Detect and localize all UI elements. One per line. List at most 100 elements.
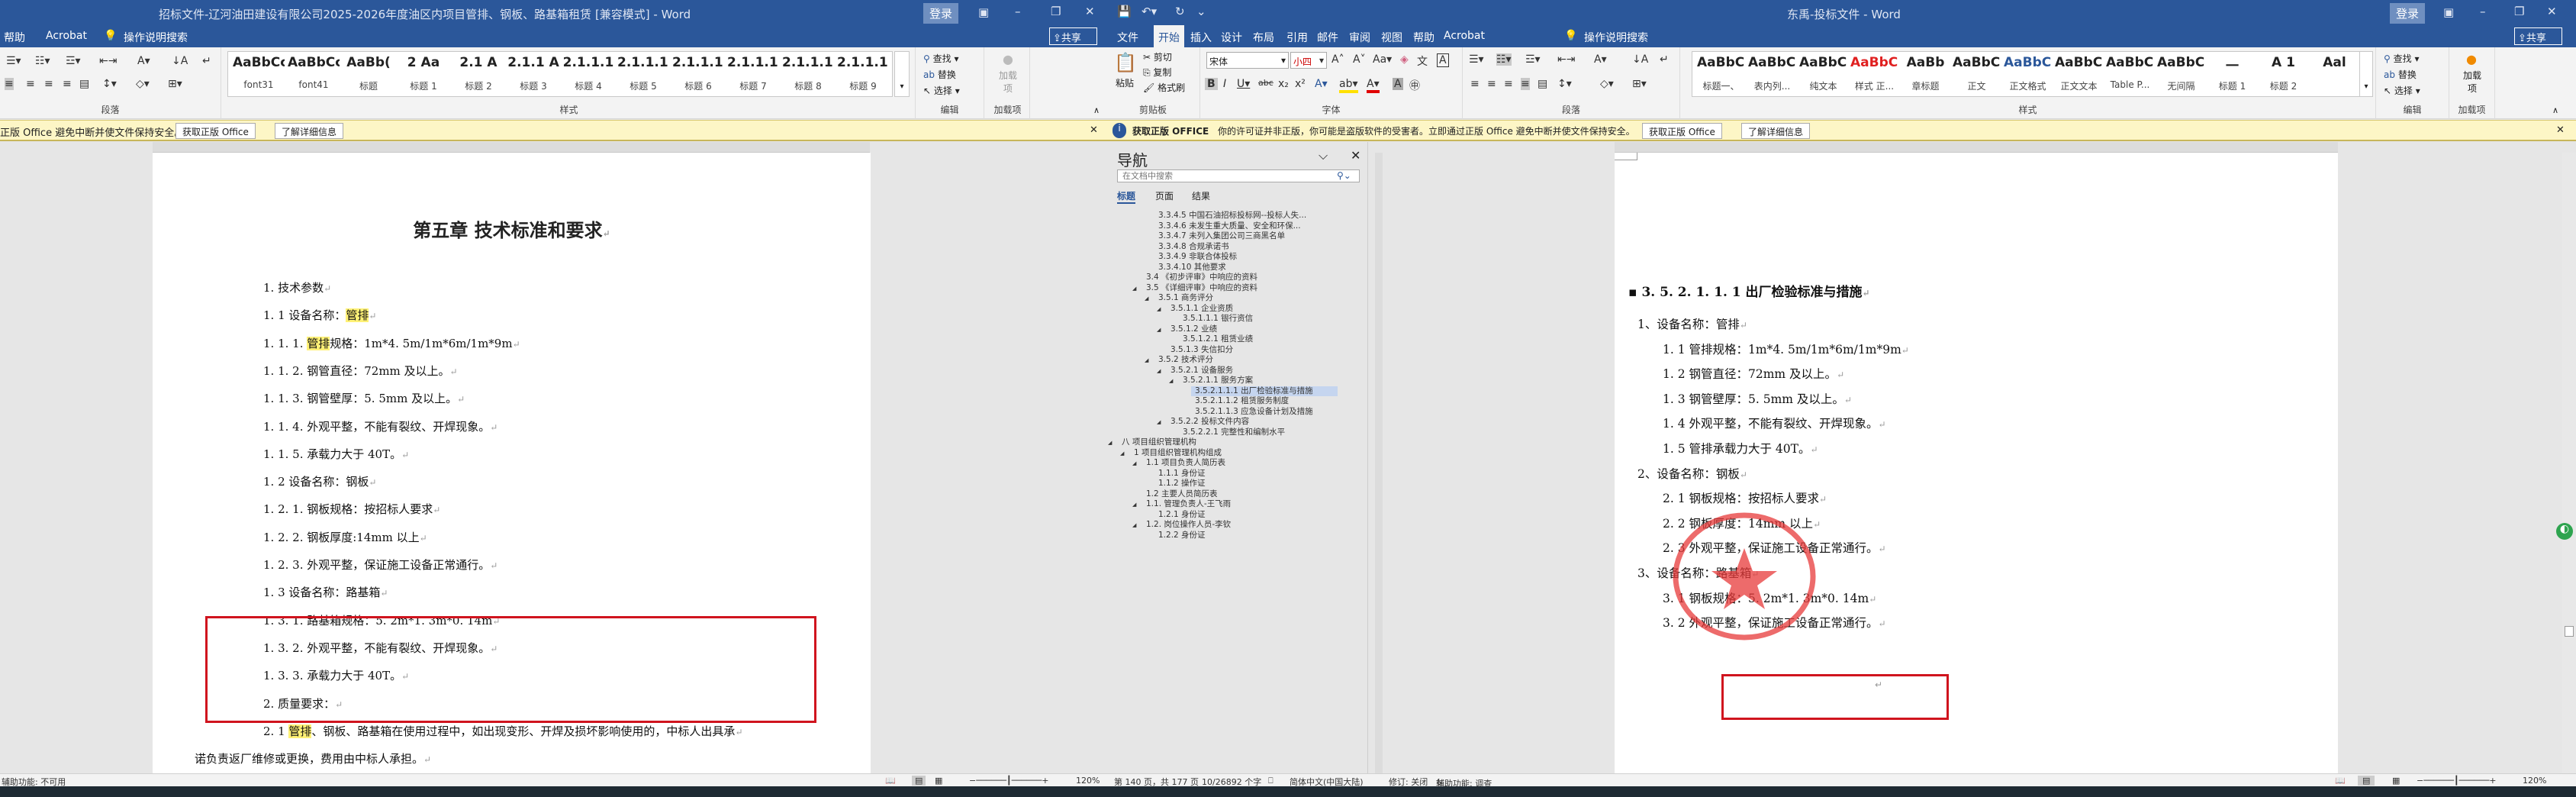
style-item[interactable]: Aal <box>2310 55 2359 79</box>
share-button[interactable]: ⇪共享 <box>2514 27 2562 45</box>
superscript-button[interactable]: x² <box>1295 78 1306 90</box>
nav-heading-item[interactable]: 3.5.1.2.1 租赁业绩 <box>1183 334 1253 344</box>
nav-search-input[interactable] <box>1117 169 1360 182</box>
nav-heading-item[interactable]: 3.3.4.5 中国石油招标投标网--投标人失... <box>1158 211 1306 221</box>
tab-4[interactable]: 布局 <box>1253 30 1274 45</box>
proofing-icon[interactable]: ⎕ <box>1268 776 1274 786</box>
multilevel-list-icon[interactable]: ☲▾ <box>1525 53 1541 66</box>
nav-heading-item[interactable]: 八 项目组织管理机构 <box>1122 437 1196 447</box>
style-item[interactable]: 2.1.1.1.1. 标题 7 <box>727 55 779 92</box>
clear-format-icon[interactable]: ◈ <box>1400 53 1409 66</box>
borders-icon[interactable]: ⊞▾ <box>168 78 182 90</box>
bullets-icon[interactable]: ☰▾ <box>1469 53 1484 66</box>
justify-icon[interactable]: ≡ <box>63 78 72 90</box>
numbering-icon[interactable]: ☷▾ <box>35 55 50 67</box>
accessibility-status[interactable]: 辅助功能: 不可用 <box>2 776 66 786</box>
multilevel-list-icon[interactable]: ☲▾ <box>66 55 81 67</box>
distributed-icon[interactable]: ▤ <box>1538 78 1547 90</box>
style-item[interactable]: 2.1.1 A 标题 3 <box>507 55 559 92</box>
tab-0[interactable]: 文件 <box>1117 30 1138 45</box>
align-right-icon[interactable]: ≡ <box>44 78 53 90</box>
tab-5[interactable]: 引用 <box>1286 30 1308 45</box>
horizontal-ruler[interactable] <box>153 142 870 153</box>
nav-heading-item[interactable]: 3.5.1 商务评分 <box>1158 293 1213 303</box>
nav-heading-item[interactable]: 3.5.2.1.1.2 租赁服务制度 <box>1195 396 1289 406</box>
web-layout-icon[interactable]: ▦ <box>2392 776 2400 786</box>
font-color-icon[interactable]: A▾ <box>1367 78 1380 93</box>
style-item[interactable]: 2.1.1.1.1 标题 8 <box>782 55 834 92</box>
show-marks-icon[interactable]: ↵ <box>1660 53 1669 66</box>
align-right-icon[interactable]: ≡ <box>1504 78 1513 90</box>
style-item[interactable]: 2.1.1.1.1 标题 6 <box>672 55 724 92</box>
expand-triangle-icon[interactable]: ◢ <box>1157 368 1161 374</box>
nav-heading-item[interactable]: 1.2. 岗位操作人员-李钦 <box>1146 520 1231 530</box>
expand-triangle-icon[interactable]: ◢ <box>1132 502 1136 508</box>
expand-triangle-icon[interactable]: ◢ <box>1120 450 1124 457</box>
numbering-icon[interactable]: ☷▾ <box>1496 53 1512 66</box>
learn-more-button[interactable]: 了解详细信息 <box>275 123 344 139</box>
expand-triangle-icon[interactable]: ◢ <box>1145 295 1148 302</box>
styles-more-button[interactable]: ▾ <box>2359 51 2373 97</box>
style-item[interactable]: AaBb 章标题 <box>1901 55 1950 92</box>
style-item[interactable]: AaBbCcDd 纯文本 <box>1799 55 1847 92</box>
vertical-scrollbar[interactable] <box>2562 153 2576 773</box>
borders-icon[interactable]: ⊞▾ <box>1632 78 1647 90</box>
subscript-button[interactable]: x₂ <box>1278 78 1289 90</box>
expand-triangle-icon[interactable]: ◢ <box>1145 357 1148 363</box>
cut-button[interactable]: ✂ 剪切 <box>1143 50 1172 63</box>
nav-heading-item[interactable]: 3.3.4.9 非联合体投标 <box>1158 252 1237 262</box>
replace-button[interactable]: ab 替换 <box>2384 68 2417 81</box>
zoom-slider[interactable]: −──────┃──────+ <box>969 776 1049 786</box>
collapse-ribbon-icon[interactable]: ∧ <box>2552 105 2558 115</box>
style-item[interactable]: AaBbCcDd 无间隔 <box>2157 55 2205 92</box>
language-status[interactable]: 简体中文(中国大陆) <box>1290 776 1364 786</box>
read-mode-icon[interactable]: 📖 <box>2335 776 2346 786</box>
collapse-ribbon-icon[interactable]: ∧ <box>1093 105 1100 115</box>
nav-tab-pages[interactable]: 页面 <box>1155 189 1174 202</box>
signin-button[interactable]: 登录 <box>923 3 959 24</box>
nav-heading-item[interactable]: 1.1. 管理负责人-王飞雨 <box>1146 499 1231 509</box>
nav-heading-item[interactable]: 1.1.2 操作证 <box>1158 479 1206 489</box>
nav-heading-item[interactable]: 1.1 项目负责人简历表 <box>1146 458 1225 468</box>
nav-heading-item[interactable]: 3.3.4.6 未发生重大质量、安全和环保... <box>1158 221 1301 231</box>
show-marks-icon[interactable]: ↵ <box>202 55 211 67</box>
nav-heading-item[interactable]: 1 项目组织管理机构组成 <box>1134 448 1222 458</box>
distributed-icon[interactable]: ▤ <box>79 78 89 90</box>
expand-triangle-icon[interactable]: ◢ <box>1132 286 1136 292</box>
addins-button[interactable]: 加载项 <box>997 69 1019 95</box>
char-shading-icon[interactable]: A <box>1393 78 1403 90</box>
tab-6[interactable]: 邮件 <box>1317 30 1338 45</box>
find-button[interactable]: ⚲ 查找 ▾ <box>2384 52 2419 65</box>
nav-heading-item[interactable]: 3.5.2.2 投标文件内容 <box>1170 417 1249 427</box>
get-office-button[interactable]: 获取正版 Office <box>1642 123 1722 139</box>
close-message-icon[interactable]: ✕ <box>2556 124 2565 136</box>
share-button[interactable]: ⇪共享 <box>1049 27 1097 45</box>
nav-heading-item[interactable]: 3.5.2.1.1 服务方案 <box>1183 376 1253 386</box>
nav-heading-item[interactable]: 1.2.1 身份证 <box>1158 510 1206 520</box>
read-mode-icon[interactable]: 📖 <box>885 776 896 786</box>
close-icon[interactable]: ✕ <box>1085 5 1095 18</box>
style-item[interactable]: AaBbCcC font41 <box>288 55 340 90</box>
format-painter-button[interactable]: 🖌 格式刷 <box>1143 81 1185 94</box>
close-message-icon[interactable]: ✕ <box>1090 124 1098 136</box>
style-item[interactable]: 2.1.1.1.1. 标题 9 <box>837 55 889 92</box>
find-button[interactable]: ⚲ 查找 ▾ <box>923 52 958 65</box>
sort-icon[interactable]: ↓A <box>172 55 188 67</box>
nav-heading-item[interactable]: 3.3.4.8 合规承诺书 <box>1158 242 1229 252</box>
print-layout-icon[interactable]: ▤ <box>2358 776 2375 786</box>
select-button[interactable]: ↖ 选择 ▾ <box>923 84 960 97</box>
assistant-icon[interactable]: ◐ <box>2556 523 2573 540</box>
style-item[interactable]: AaBbCc 样式 正... <box>1850 55 1898 92</box>
nav-heading-item[interactable]: 3.3.4.10 其他要求 <box>1158 263 1226 273</box>
style-item[interactable]: 2.1.1.1 标题 4 <box>562 55 614 92</box>
nav-heading-item[interactable]: 1.2.2 身份证 <box>1158 531 1206 540</box>
tab-1[interactable]: 开始 <box>1154 25 1184 47</box>
zoom-level[interactable]: 120% <box>1076 776 1100 786</box>
styles-more-button[interactable]: ▾ <box>894 51 910 97</box>
char-border-icon[interactable]: A <box>1437 53 1449 67</box>
align-center-icon[interactable]: ≡ <box>1487 78 1496 90</box>
ribbon-display-icon[interactable]: ▣ <box>978 5 989 19</box>
paste-button[interactable]: 粘贴 <box>1116 76 1134 89</box>
nav-heading-item[interactable]: 3.5.2.1.1.3 应急设备计划及措施 <box>1195 407 1313 417</box>
print-layout-icon[interactable]: ▤ <box>912 776 926 786</box>
